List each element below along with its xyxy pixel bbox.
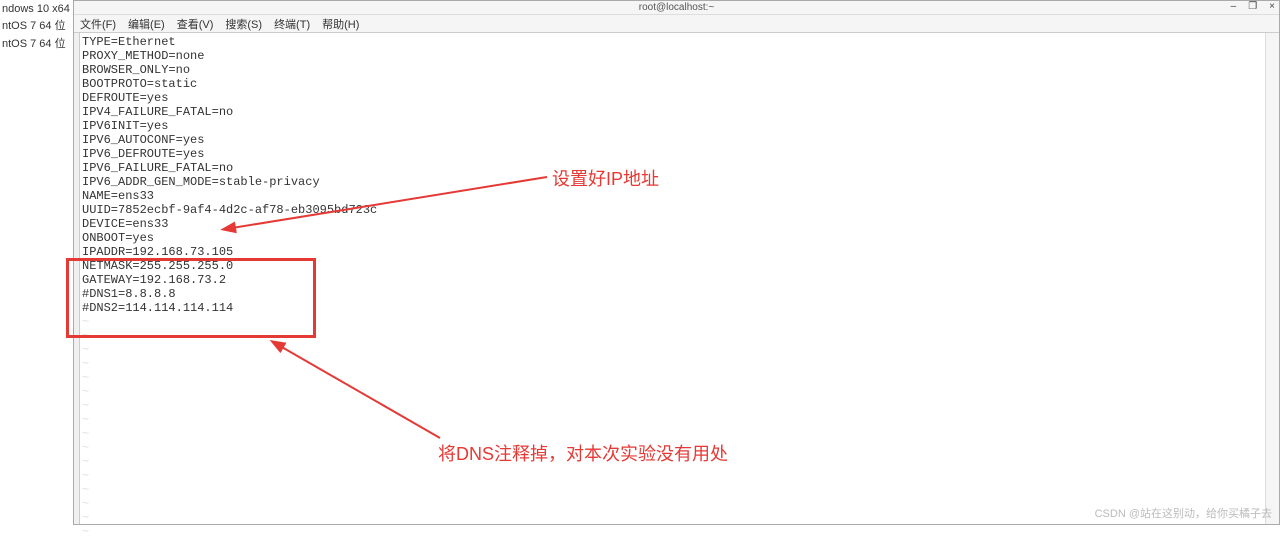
menubar: 文件(F) 编辑(E) 查看(V) 搜索(S) 终端(T) 帮助(H) bbox=[74, 15, 1279, 33]
terminal-window: root@localhost:~ – ❐ × 文件(F) 编辑(E) 查看(V)… bbox=[73, 0, 1280, 525]
vm-item[interactable]: ntOS 7 64 位 bbox=[0, 16, 73, 34]
menu-terminal[interactable]: 终端(T) bbox=[274, 16, 310, 32]
config-text: TYPE=Ethernet PROXY_METHOD=none BROWSER_… bbox=[82, 35, 1279, 315]
menu-search[interactable]: 搜索(S) bbox=[225, 16, 262, 32]
vertical-scrollbar[interactable] bbox=[1265, 33, 1279, 524]
menu-help[interactable]: 帮助(H) bbox=[322, 16, 359, 32]
menu-view[interactable]: 查看(V) bbox=[177, 16, 214, 32]
close-button[interactable]: × bbox=[1269, 1, 1275, 12]
menu-edit[interactable]: 编辑(E) bbox=[128, 16, 165, 32]
minimize-button[interactable]: – bbox=[1231, 1, 1237, 12]
editor-area[interactable]: TYPE=Ethernet PROXY_METHOD=none BROWSER_… bbox=[80, 33, 1279, 524]
watermark: CSDN @站在这别动，给你买橘子去 bbox=[1095, 505, 1272, 521]
maximize-button[interactable]: ❐ bbox=[1248, 1, 1257, 12]
menu-file[interactable]: 文件(F) bbox=[80, 16, 116, 32]
titlebar: root@localhost:~ – ❐ × bbox=[74, 1, 1279, 15]
vm-item[interactable]: ntOS 7 64 位 bbox=[0, 34, 73, 52]
window-title: root@localhost:~ bbox=[639, 2, 714, 13]
vm-sidebar: ndows 10 x64 ntOS 7 64 位 ntOS 7 64 位 bbox=[0, 0, 73, 525]
vm-item[interactable]: ndows 10 x64 bbox=[0, 2, 73, 16]
